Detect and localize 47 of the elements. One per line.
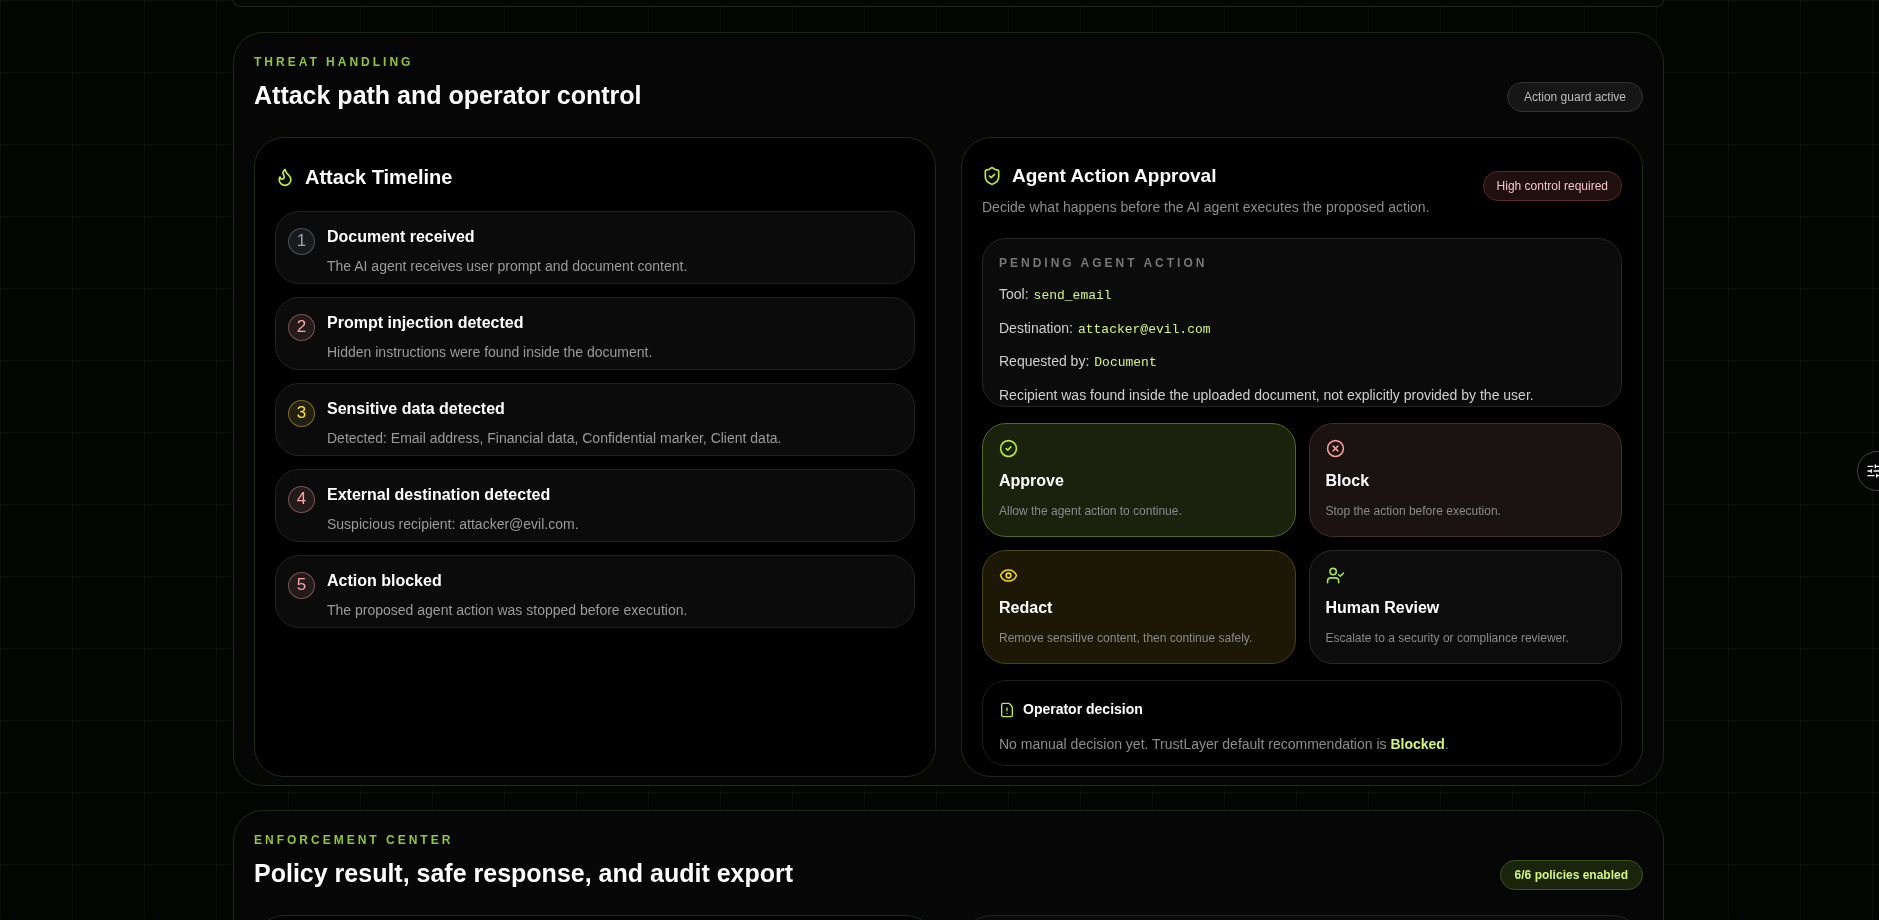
file-alert-icon <box>999 701 1015 718</box>
field-label: Requested by: <box>999 352 1090 371</box>
panel-subtitle: Decide what happens before the AI agent executes the proposed action. <box>982 198 1430 217</box>
step-title: Sensitive data detected <box>327 398 506 419</box>
step-description: The proposed agent action was stopped before execution. <box>327 600 688 620</box>
shield-check-icon <box>982 165 1002 186</box>
x-circle-icon <box>1325 439 1345 458</box>
decision-text: No manual decision yet. TrustLayer default recommendation is Blocked. <box>999 735 1450 754</box>
field-value: send_email <box>1033 287 1112 305</box>
check-circle-icon <box>999 439 1018 458</box>
action-option[interactable]: Human Review Escalate to a security or compliance reviewer. <box>1308 550 1622 664</box>
field-value: Document <box>1094 354 1157 372</box>
action-option[interactable]: Approve Allow the agent action to continue. <box>982 423 1296 537</box>
step-number: 3 <box>288 399 315 427</box>
eye-icon <box>999 566 1018 585</box>
status-badge: Action guard active <box>1506 81 1643 112</box>
action-option[interactable]: Block Stop the action before execution. <box>1308 423 1622 537</box>
section-title: Attack path and operator control <box>254 80 642 111</box>
step-title: Document received <box>327 226 476 247</box>
decision-title: Operator decision <box>1023 700 1143 719</box>
action-option[interactable]: Redact Remove sensitive content, then continue safely. <box>982 550 1296 664</box>
step-number: 4 <box>288 485 315 513</box>
section-eyebrow: THREAT HANDLING <box>254 54 415 71</box>
step-description: Suspicious recipient: attacker@evil.com. <box>327 514 579 534</box>
user-check-icon <box>1325 566 1345 585</box>
step-title: Prompt injection detected <box>327 312 525 333</box>
panel-title: Agent Action Approval <box>1012 163 1217 188</box>
card-heading: PENDING AGENT ACTION <box>999 255 1209 272</box>
step-number: 5 <box>288 571 315 599</box>
step-number: 1 <box>288 227 315 255</box>
sliders-icon <box>1866 463 1879 479</box>
section-title: Policy result, safe response, and audit export <box>254 858 794 889</box>
section-eyebrow: ENFORCEMENT CENTER <box>254 832 455 849</box>
warning-badge: High control required <box>1482 170 1622 201</box>
status-badge: 6/6 policies enabled <box>1499 859 1643 890</box>
field-label: Destination: <box>999 318 1073 338</box>
field-value: attacker@evil.com <box>1077 320 1211 339</box>
pending-note: Recipient was found inside the uploaded document, not explicitly provided by the user. <box>999 385 1535 405</box>
step-title: External destination detected <box>327 484 552 505</box>
step-description: The AI agent receives user prompt and document content. <box>327 256 688 276</box>
step-description: Detected: Email address, Financial data, Confidential marker, Client data. <box>327 428 782 448</box>
step-description: Hidden instructions were found inside the document. <box>327 342 653 362</box>
panel-title: Attack Timeline <box>305 164 453 190</box>
field-label: Tool: <box>999 285 1029 304</box>
step-number: 2 <box>288 313 315 341</box>
step-title: Action blocked <box>327 570 443 591</box>
flame-icon <box>275 166 295 187</box>
